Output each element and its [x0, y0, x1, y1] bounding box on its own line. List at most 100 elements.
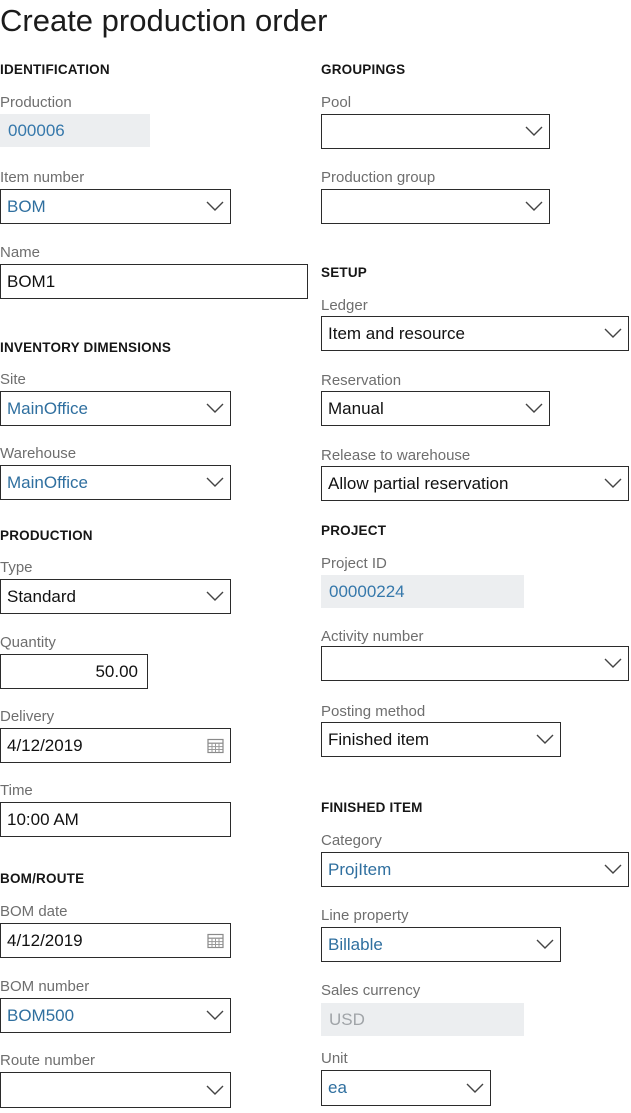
- chevron-down-icon[interactable]: [598, 317, 628, 350]
- site-combobox[interactable]: MainOffice: [0, 391, 231, 426]
- release-to-warehouse-combobox[interactable]: Allow partial reservation: [321, 466, 629, 501]
- field-label-site: Site: [0, 370, 315, 389]
- field-name: Name BOM1: [0, 243, 315, 299]
- field-label-delivery: Delivery: [0, 707, 315, 726]
- field-label-warehouse: Warehouse: [0, 444, 315, 463]
- field-label-route-number: Route number: [0, 1051, 315, 1070]
- unit-combobox[interactable]: ea: [321, 1070, 491, 1106]
- field-label-production-group: Production group: [321, 168, 631, 187]
- chevron-down-icon[interactable]: [530, 928, 560, 961]
- project-id-readonly-field: 00000224: [321, 575, 524, 608]
- production-group-combobox[interactable]: [321, 189, 550, 224]
- name-text-input[interactable]: BOM1: [0, 264, 308, 299]
- field-line-property: Line property Billable: [321, 906, 631, 962]
- field-type: Type Standard: [0, 558, 315, 614]
- sales-currency-value: USD: [321, 1010, 365, 1030]
- pool-combobox[interactable]: [321, 114, 550, 149]
- section-heading-inventory-dimensions: INVENTORY DIMENSIONS: [0, 340, 171, 356]
- warehouse-value: MainOffice: [1, 473, 200, 493]
- chevron-down-icon[interactable]: [200, 999, 230, 1032]
- field-bom-date: BOM date 4/12/2019: [0, 902, 315, 958]
- chevron-down-icon[interactable]: [200, 1074, 230, 1107]
- posting-method-combobox[interactable]: Finished item: [321, 722, 561, 757]
- field-label-project-id: Project ID: [321, 554, 631, 573]
- chevron-down-icon[interactable]: [530, 723, 560, 756]
- field-route-number: Route number: [0, 1051, 315, 1108]
- item-number-combobox[interactable]: BOM: [0, 189, 231, 224]
- section-heading-project: PROJECT: [321, 523, 386, 539]
- field-unit: Unit ea: [321, 1049, 631, 1106]
- chevron-down-icon[interactable]: [598, 647, 628, 680]
- section-heading-finished-item: FINISHED ITEM: [321, 800, 423, 816]
- time-input[interactable]: 10:00 AM: [0, 802, 231, 837]
- field-posting-method: Posting method Finished item: [321, 702, 631, 757]
- unit-value: ea: [322, 1078, 460, 1098]
- section-heading-bom-route: BOM/ROUTE: [0, 871, 84, 887]
- field-time: Time 10:00 AM: [0, 781, 315, 837]
- ledger-value: Item and resource: [322, 324, 598, 344]
- bom-number-combobox[interactable]: BOM500: [0, 998, 231, 1033]
- reservation-combobox[interactable]: Manual: [321, 391, 550, 426]
- field-category: Category ProjItem: [321, 831, 631, 887]
- field-quantity: Quantity 50.00: [0, 633, 315, 689]
- field-site: Site MainOffice: [0, 370, 315, 426]
- calendar-icon[interactable]: [200, 924, 230, 957]
- ledger-combobox[interactable]: Item and resource: [321, 316, 629, 351]
- field-label-bom-date: BOM date: [0, 902, 315, 921]
- section-heading-groupings: GROUPINGS: [321, 62, 405, 78]
- chevron-down-icon[interactable]: [200, 190, 230, 223]
- release-to-warehouse-value: Allow partial reservation: [322, 474, 598, 494]
- name-value: BOM1: [1, 272, 307, 292]
- quantity-input[interactable]: 50.00: [0, 654, 148, 689]
- site-value: MainOffice: [1, 399, 200, 419]
- chevron-down-icon[interactable]: [598, 467, 628, 500]
- chevron-down-icon[interactable]: [519, 392, 549, 425]
- calendar-icon[interactable]: [200, 729, 230, 762]
- field-label-bom-number: BOM number: [0, 977, 315, 996]
- delivery-date-input[interactable]: 4/12/2019: [0, 728, 231, 763]
- posting-method-value: Finished item: [322, 730, 530, 750]
- chevron-down-icon[interactable]: [598, 853, 628, 886]
- route-number-combobox[interactable]: [0, 1072, 231, 1108]
- delivery-date-value: 4/12/2019: [1, 736, 200, 756]
- line-property-value: Billable: [322, 935, 530, 955]
- category-combobox[interactable]: ProjItem: [321, 852, 629, 887]
- section-heading-setup: SETUP: [321, 265, 367, 281]
- field-label-type: Type: [0, 558, 315, 577]
- field-project-id: Project ID 00000224: [321, 554, 631, 608]
- section-heading-production: PRODUCTION: [0, 528, 93, 544]
- field-label-posting-method: Posting method: [321, 702, 631, 719]
- field-production: Production 000006: [0, 93, 315, 147]
- production-value: 000006: [0, 121, 65, 141]
- field-label-ledger: Ledger: [321, 296, 631, 313]
- bom-date-input[interactable]: 4/12/2019: [0, 923, 231, 958]
- chevron-down-icon[interactable]: [519, 115, 549, 148]
- warehouse-combobox[interactable]: MainOffice: [0, 465, 231, 500]
- chevron-down-icon[interactable]: [200, 580, 230, 613]
- field-ledger: Ledger Item and resource: [321, 296, 631, 351]
- create-production-order-page: Create production order IDENTIFICATION P…: [0, 0, 631, 1113]
- field-label-reservation: Reservation: [321, 371, 631, 388]
- chevron-down-icon[interactable]: [519, 190, 549, 223]
- time-value: 10:00 AM: [1, 810, 230, 830]
- field-label-name: Name: [0, 243, 315, 262]
- activity-number-combobox[interactable]: [321, 646, 629, 681]
- chevron-down-icon[interactable]: [200, 392, 230, 425]
- field-sales-currency: Sales currency USD: [321, 981, 631, 1036]
- field-activity-number: Activity number: [321, 627, 631, 681]
- page-title: Create production order: [0, 0, 327, 44]
- field-label-pool: Pool: [321, 93, 631, 112]
- chevron-down-icon[interactable]: [200, 466, 230, 499]
- quantity-value: 50.00: [1, 662, 147, 682]
- type-combobox[interactable]: Standard: [0, 579, 231, 614]
- field-label-production: Production: [0, 93, 315, 112]
- field-label-sales-currency: Sales currency: [321, 981, 631, 1000]
- field-release-to-warehouse: Release to warehouse Allow partial reser…: [321, 446, 631, 501]
- line-property-combobox[interactable]: Billable: [321, 927, 561, 962]
- field-label-time: Time: [0, 781, 315, 800]
- field-label-release-to-warehouse: Release to warehouse: [321, 446, 631, 463]
- category-value: ProjItem: [322, 860, 598, 880]
- field-warehouse: Warehouse MainOffice: [0, 444, 315, 500]
- field-delivery: Delivery 4/12/2019: [0, 707, 315, 763]
- chevron-down-icon[interactable]: [460, 1072, 490, 1105]
